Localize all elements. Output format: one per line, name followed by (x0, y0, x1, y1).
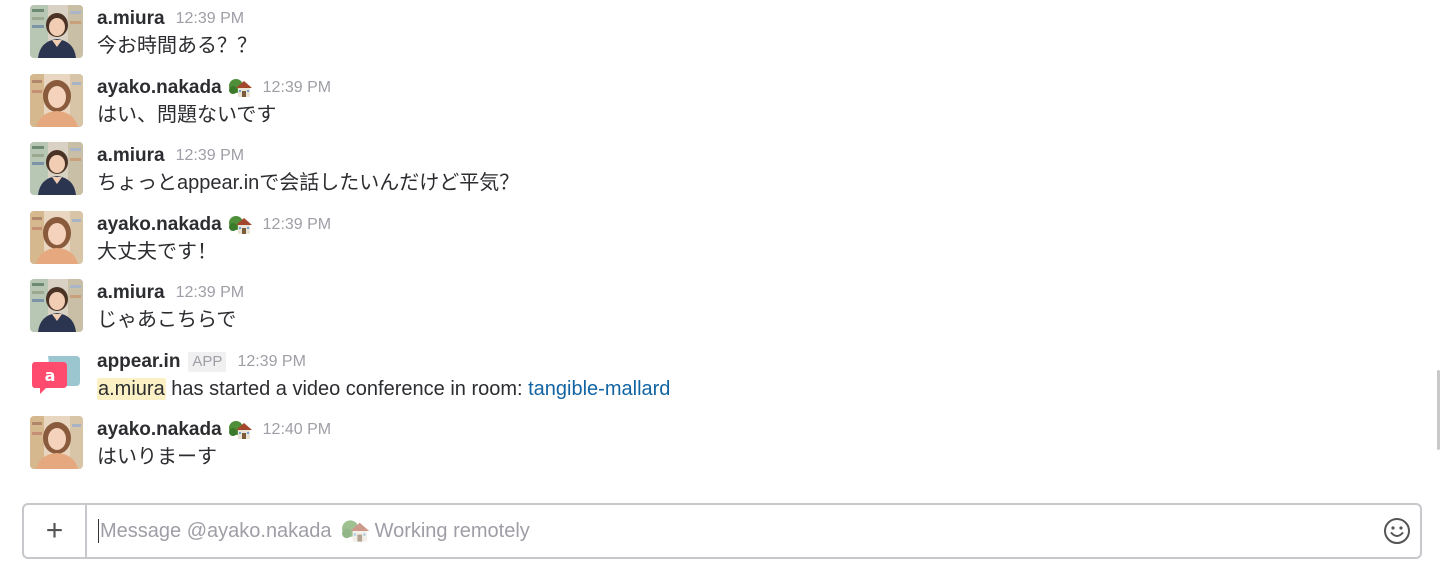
message-item: a.miura 12:39 PM 今お時間ある？？ (0, 0, 1440, 60)
house-with-garden-icon (228, 77, 252, 99)
avatar-ayako-nakada[interactable] (30, 416, 83, 469)
text-caret (98, 519, 99, 543)
app-badge: APP (188, 352, 227, 372)
avatar-a-miura[interactable] (30, 279, 83, 332)
message-timestamp[interactable]: 12:40 PM (263, 421, 331, 439)
message-timestamp[interactable]: 12:39 PM (176, 284, 244, 302)
message-item: ayako.nakada 12:40 PM はいりまーす (0, 411, 1440, 471)
message-input[interactable]: Message @ayako.nakada Working remotely (98, 505, 530, 557)
message-timestamp[interactable]: 12:39 PM (176, 147, 244, 165)
avatar-ayako-nakada[interactable] (30, 74, 83, 127)
avatar-ayako-nakada[interactable] (30, 211, 83, 264)
message-text: 今お時間ある？？ (97, 35, 257, 57)
avatar-a-miura[interactable] (30, 5, 83, 58)
message-timestamp[interactable]: 12:39 PM (176, 10, 244, 28)
user-mention[interactable]: a.miura (97, 378, 166, 400)
message-text: じゃあこちらで (97, 309, 237, 331)
message-text: a.miura has started a video conference i… (97, 375, 670, 403)
house-with-garden-icon (338, 518, 372, 544)
smiley-icon[interactable] (1382, 516, 1412, 546)
house-with-garden-icon (228, 214, 252, 236)
placeholder-prefix: Message @ayako.nakada (100, 519, 332, 542)
placeholder-suffix: Working remotely (374, 519, 530, 542)
message-composer: + Message @ayako.nakada Working remotely (22, 503, 1422, 559)
message-timestamp[interactable]: 12:39 PM (237, 353, 305, 371)
message-text: ちょっとappear.inで会話したいんだけど平気？ (97, 172, 520, 194)
house-with-garden-icon (228, 419, 252, 441)
message-author[interactable]: ayako.nakada (97, 419, 222, 441)
message-item: a.miura 12:39 PM じゃあこちらで (0, 274, 1440, 334)
message-author[interactable]: a.miura (97, 282, 165, 304)
message-list: a.miura 12:39 PM 今お時間ある？？ ayako.nakada 1… (0, 0, 1440, 500)
message-text: 大丈夫です！ (97, 241, 217, 263)
message-timestamp[interactable]: 12:39 PM (263, 216, 331, 234)
message-item: a.miura 12:39 PM ちょっとappear.inで会話したいんだけど… (0, 137, 1440, 197)
appear-in-logo[interactable] (30, 348, 83, 401)
message-author[interactable]: a.miura (97, 145, 165, 167)
message-item: ayako.nakada 12:39 PM はい、問題ないです (0, 69, 1440, 129)
message-text-body: has started a video conference in room: (165, 378, 529, 400)
message-timestamp[interactable]: 12:39 PM (263, 79, 331, 97)
message-text: はいりまーす (97, 446, 217, 468)
message-text: はい、問題ないです (97, 104, 277, 126)
message-author[interactable]: ayako.nakada (97, 214, 222, 236)
message-author[interactable]: ayako.nakada (97, 77, 222, 99)
message-author[interactable]: appear.in (97, 351, 180, 373)
message-item: appear.in APP 12:39 PM a.miura has start… (0, 343, 1440, 403)
message-item: ayako.nakada 12:39 PM 大丈夫です！ (0, 206, 1440, 266)
add-attachment-button[interactable]: + (24, 505, 87, 557)
message-author[interactable]: a.miura (97, 8, 165, 30)
avatar-a-miura[interactable] (30, 142, 83, 195)
room-link[interactable]: tangible-mallard (528, 378, 670, 400)
